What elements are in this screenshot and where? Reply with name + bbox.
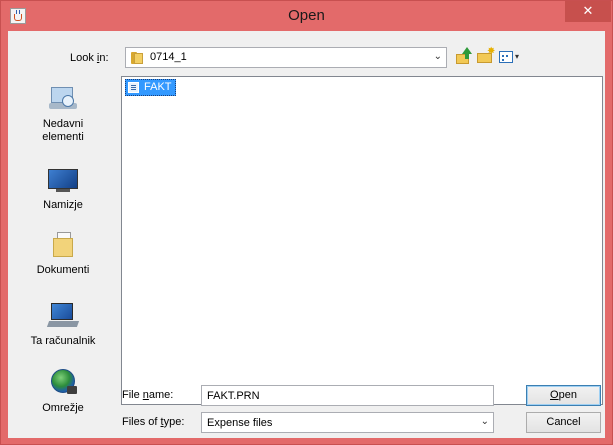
open-dialog: Open ✕ Look in: 0714_1 ⌄ ✸ ▾ Nedavni ele… <box>0 0 613 445</box>
file-list[interactable]: FAKT <box>121 76 603 405</box>
chevron-down-icon[interactable]: ⌄ <box>481 416 489 427</box>
desktop-icon <box>48 165 78 193</box>
window-title: Open <box>288 7 325 24</box>
open-button[interactable]: Open <box>526 385 601 406</box>
close-icon: ✕ <box>582 3 594 18</box>
network-icon <box>48 368 78 396</box>
file-item-name: FAKT <box>144 81 172 93</box>
place-network[interactable]: Omrežje <box>10 368 116 415</box>
place-label: Ta računalnik <box>30 335 96 347</box>
view-menu-button[interactable]: ▾ <box>497 47 527 67</box>
title-bar[interactable]: Open ✕ <box>1 1 612 31</box>
list-view-icon <box>499 51 513 63</box>
file-name-label: File name: <box>122 389 174 401</box>
folder-icon <box>131 51 145 64</box>
file-type-combo[interactable]: Expense files ⌄ <box>201 412 494 433</box>
list-item[interactable]: FAKT <box>125 79 176 96</box>
cancel-button[interactable]: Cancel <box>526 412 601 433</box>
look-in-combo[interactable]: 0714_1 ⌄ <box>125 47 447 68</box>
place-this-pc[interactable]: Ta računalnik <box>10 301 116 348</box>
place-label: Omrežje <box>42 402 84 414</box>
sparkle-icon: ✸ <box>487 46 496 57</box>
look-in-value: 0714_1 <box>150 51 187 63</box>
place-label: Namizje <box>43 199 83 211</box>
place-documents[interactable]: Dokumenti <box>10 230 116 277</box>
file-name-input[interactable] <box>201 385 494 406</box>
chevron-down-icon[interactable]: ⌄ <box>434 51 442 62</box>
look-in-label: Look in: <box>70 52 109 64</box>
documents-icon <box>48 230 78 258</box>
place-recent-items[interactable]: Nedavni elementi <box>10 83 116 144</box>
files-of-type-label: Files of type: <box>122 416 185 428</box>
caret-down-icon: ▾ <box>515 52 520 61</box>
this-pc-icon <box>46 301 80 329</box>
recent-items-icon <box>48 83 78 111</box>
place-label: Nedavni elementi <box>42 118 84 143</box>
place-desktop[interactable]: Namizje <box>10 165 116 212</box>
close-button[interactable]: ✕ <box>565 1 611 22</box>
create-new-folder-button[interactable]: ✸ <box>475 47 497 67</box>
file-type-value: Expense files <box>207 417 273 429</box>
dialog-body: Look in: 0714_1 ⌄ ✸ ▾ Nedavni elementi N… <box>8 31 605 438</box>
up-one-level-button[interactable] <box>453 47 475 67</box>
place-label: Dokumenti <box>36 264 90 276</box>
